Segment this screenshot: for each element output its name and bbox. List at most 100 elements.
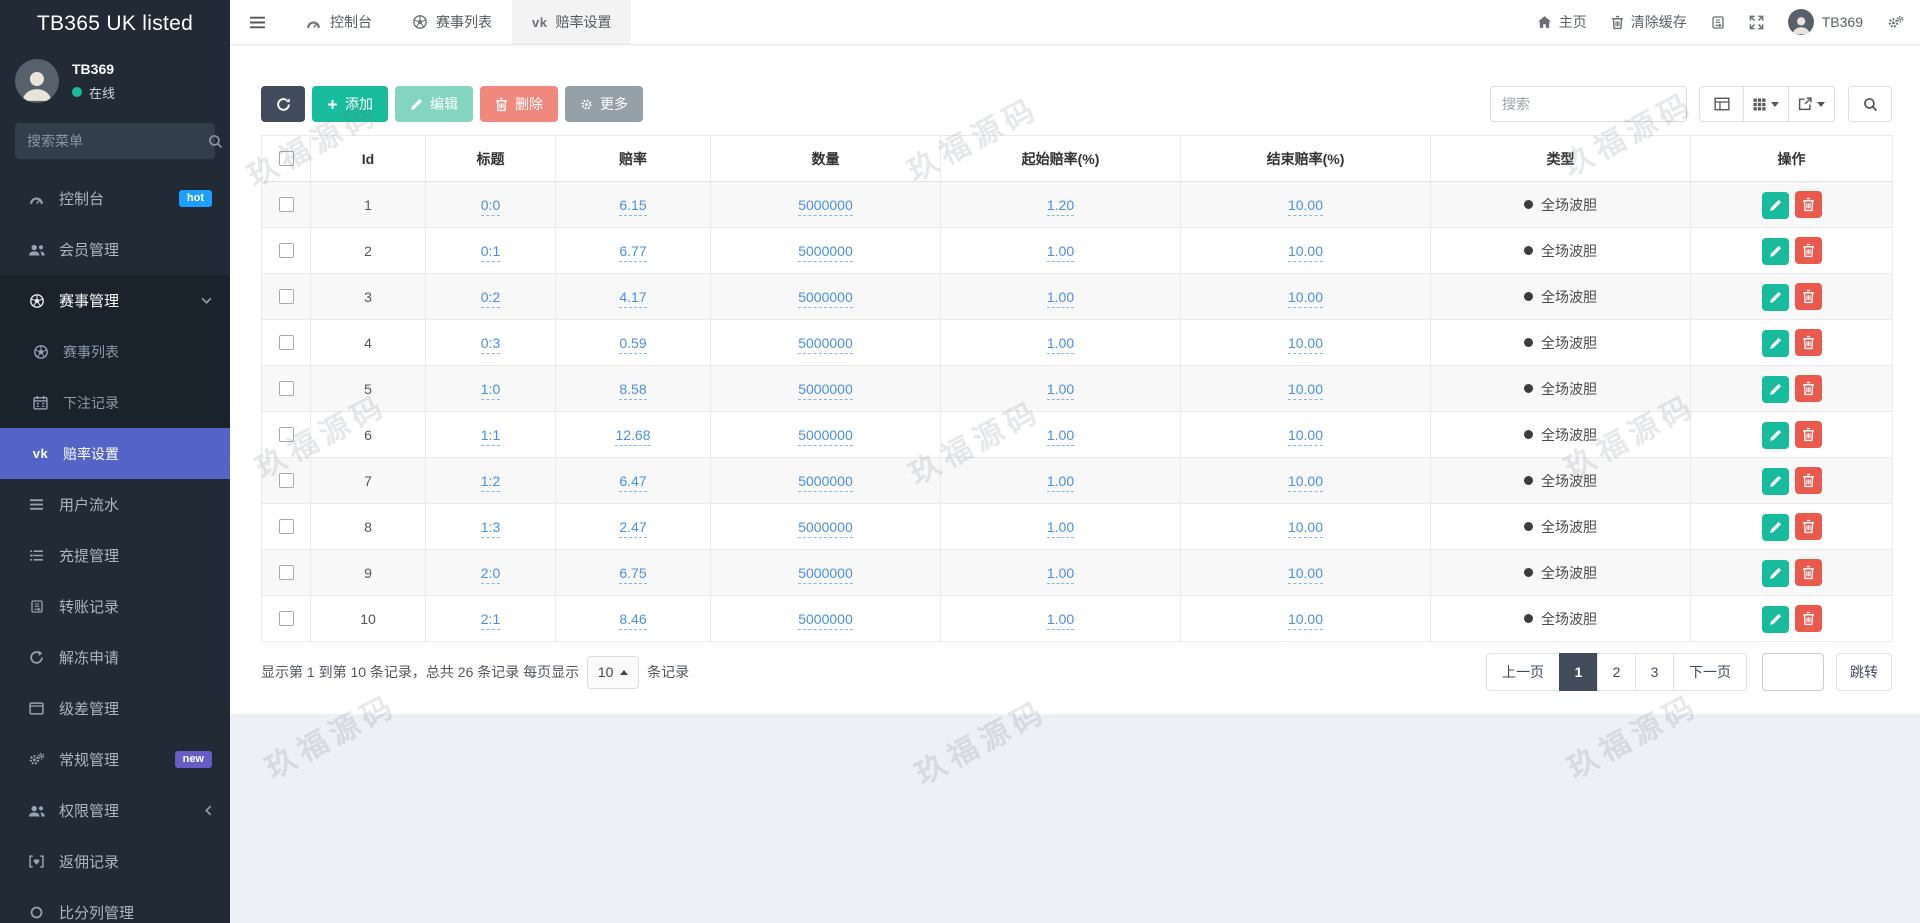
cell-end-odds-link[interactable]: 10.00 [1287, 288, 1324, 308]
hamburger-menu-icon[interactable] [230, 16, 285, 29]
table-search-input[interactable] [1490, 86, 1687, 122]
cell-title-link[interactable]: 0:3 [480, 334, 501, 354]
cell-quantity-link[interactable]: 5000000 [798, 472, 853, 492]
sidebar-item-match-list[interactable]: 赛事列表 [0, 326, 230, 377]
cell-quantity-link[interactable]: 5000000 [798, 380, 853, 400]
cell-start-odds-link[interactable]: 1.20 [1046, 196, 1075, 216]
row-delete-button[interactable] [1794, 190, 1822, 218]
row-checkbox[interactable] [278, 611, 294, 626]
row-checkbox[interactable] [278, 289, 294, 304]
cell-quantity-link[interactable]: 5000000 [798, 564, 853, 584]
row-delete-button[interactable] [1794, 466, 1822, 494]
page-1-button[interactable]: 1 [1559, 653, 1598, 691]
page-3-button[interactable]: 3 [1635, 653, 1674, 691]
row-delete-button[interactable] [1794, 558, 1822, 586]
row-edit-button[interactable] [1761, 559, 1789, 587]
cell-quantity-link[interactable]: 5000000 [798, 288, 853, 308]
sidebar-item-permissions[interactable]: 权限管理 [0, 785, 230, 836]
cell-end-odds-link[interactable]: 10.00 [1287, 610, 1324, 630]
row-edit-button[interactable] [1761, 375, 1789, 403]
row-checkbox[interactable] [278, 335, 294, 350]
sidebar-item-deposit-withdraw[interactable]: 充提管理 [0, 530, 230, 581]
row-edit-button[interactable] [1761, 513, 1789, 541]
edit-button[interactable]: 编辑 [395, 86, 473, 122]
cell-quantity-link[interactable]: 5000000 [798, 242, 853, 262]
row-delete-button[interactable] [1794, 282, 1822, 310]
row-checkbox[interactable] [278, 427, 294, 442]
toggle-view-button[interactable] [1699, 86, 1744, 122]
cell-odds-link[interactable]: 0.59 [619, 334, 647, 354]
sidebar-item-transfer-records[interactable]: 转账记录 [0, 581, 230, 632]
cell-start-odds-link[interactable]: 1.00 [1046, 426, 1075, 446]
add-button[interactable]: 添加 [312, 86, 388, 122]
user-menu[interactable]: TB369 [1787, 9, 1863, 35]
cell-title-link[interactable]: 0:0 [480, 196, 501, 216]
select-all-checkbox[interactable] [278, 151, 294, 166]
sidebar-item-user-flow[interactable]: 用户流水 [0, 479, 230, 530]
row-checkbox[interactable] [278, 381, 294, 396]
page-2-button[interactable]: 2 [1597, 653, 1636, 691]
cell-start-odds-link[interactable]: 1.00 [1046, 610, 1075, 630]
cell-odds-link[interactable]: 4.17 [619, 288, 647, 308]
cell-odds-link[interactable]: 8.46 [619, 610, 647, 630]
cell-start-odds-link[interactable]: 1.00 [1046, 288, 1075, 308]
refresh-button[interactable] [261, 86, 305, 122]
cell-end-odds-link[interactable]: 10.00 [1287, 196, 1324, 216]
tab-odds-settings[interactable]: vk 赔率设置 [512, 0, 632, 44]
tab-match-list[interactable]: 赛事列表 [392, 0, 512, 44]
cell-start-odds-link[interactable]: 1.00 [1046, 334, 1075, 354]
sidebar-item-unfreeze-requests[interactable]: 解冻申请 [0, 632, 230, 683]
jump-button[interactable]: 跳转 [1836, 653, 1892, 691]
home-link[interactable]: 主页 [1537, 12, 1587, 32]
cell-end-odds-link[interactable]: 10.00 [1287, 242, 1324, 262]
cell-title-link[interactable]: 2:1 [480, 610, 501, 630]
cell-title-link[interactable]: 0:2 [480, 288, 501, 308]
cell-quantity-link[interactable]: 5000000 [798, 610, 853, 630]
row-checkbox[interactable] [278, 243, 294, 258]
cell-odds-link[interactable]: 6.15 [619, 196, 647, 216]
sidebar-item-rebate-records[interactable]: 返佣记录 [0, 836, 230, 887]
cell-title-link[interactable]: 1:0 [480, 380, 501, 400]
cell-quantity-link[interactable]: 5000000 [798, 426, 853, 446]
fullscreen-button[interactable] [1749, 15, 1764, 30]
cell-end-odds-link[interactable]: 10.00 [1287, 334, 1324, 354]
cell-end-odds-link[interactable]: 10.00 [1287, 472, 1324, 492]
clear-cache-link[interactable]: 清除缓存 [1611, 12, 1687, 32]
row-edit-button[interactable] [1761, 191, 1789, 219]
cell-start-odds-link[interactable]: 1.00 [1046, 472, 1075, 492]
next-page-button[interactable]: 下一页 [1673, 653, 1747, 691]
cell-end-odds-link[interactable]: 10.00 [1287, 564, 1324, 584]
cell-start-odds-link[interactable]: 1.00 [1046, 380, 1075, 400]
cell-title-link[interactable]: 2:0 [480, 564, 501, 584]
sidebar-item-level-diff[interactable]: 级差管理 [0, 683, 230, 734]
row-checkbox[interactable] [278, 197, 294, 212]
row-edit-button[interactable] [1761, 283, 1789, 311]
prev-page-button[interactable]: 上一页 [1486, 653, 1560, 691]
row-delete-button[interactable] [1794, 236, 1822, 264]
cell-quantity-link[interactable]: 5000000 [798, 518, 853, 538]
cell-start-odds-link[interactable]: 1.00 [1046, 564, 1075, 584]
cell-start-odds-link[interactable]: 1.00 [1046, 518, 1075, 538]
row-checkbox[interactable] [278, 565, 294, 580]
cell-odds-link[interactable]: 6.77 [619, 242, 647, 262]
more-button[interactable]: 更多 [565, 86, 643, 122]
cell-title-link[interactable]: 1:3 [480, 518, 501, 538]
row-edit-button[interactable] [1761, 421, 1789, 449]
row-checkbox[interactable] [278, 519, 294, 534]
jump-page-input[interactable] [1762, 653, 1824, 691]
cell-odds-link[interactable]: 6.47 [619, 472, 647, 492]
cell-quantity-link[interactable]: 5000000 [798, 196, 853, 216]
sidebar-item-odds-settings[interactable]: vk 赔率设置 [0, 428, 230, 479]
sidebar-item-match-management[interactable]: 赛事管理 [0, 275, 230, 326]
sidebar-item-bet-records[interactable]: 下注记录 [0, 377, 230, 428]
cell-title-link[interactable]: 0:1 [480, 242, 501, 262]
cell-title-link[interactable]: 1:2 [480, 472, 501, 492]
cell-odds-link[interactable]: 8.58 [619, 380, 647, 400]
search-button[interactable] [1848, 86, 1892, 122]
row-delete-button[interactable] [1794, 512, 1822, 540]
settings-button[interactable] [1887, 15, 1904, 30]
sidebar-item-dashboard[interactable]: 控制台 hot [0, 173, 230, 224]
cell-start-odds-link[interactable]: 1.00 [1046, 242, 1075, 262]
cell-end-odds-link[interactable]: 10.00 [1287, 380, 1324, 400]
cell-end-odds-link[interactable]: 10.00 [1287, 426, 1324, 446]
